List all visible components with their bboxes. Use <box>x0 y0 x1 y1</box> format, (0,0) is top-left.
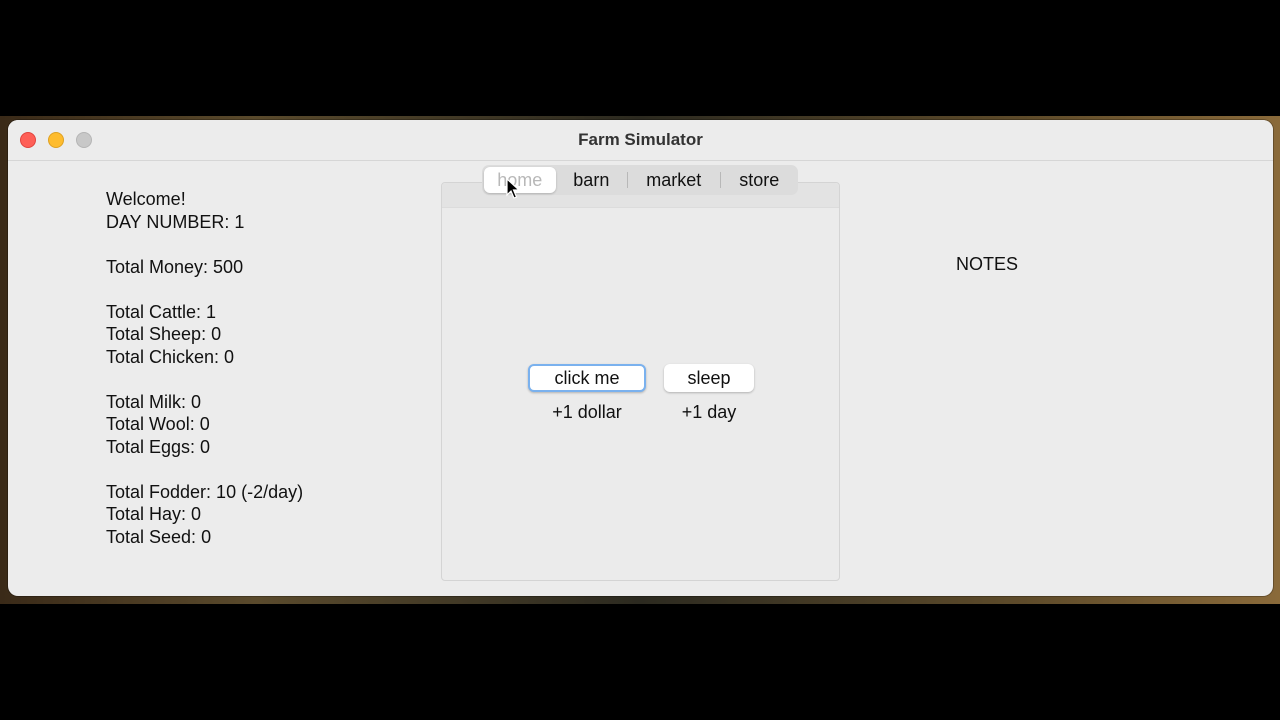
tab-store[interactable]: store <box>721 167 799 193</box>
total-milk: Total Milk: 0 <box>106 391 202 412</box>
sleep-caption: +1 day <box>681 402 737 422</box>
window-title: Farm Simulator <box>578 130 703 149</box>
click-me-button[interactable]: click me <box>528 364 646 392</box>
notes-label: NOTES <box>956 254 1019 274</box>
total-hay: Total Hay: 0 <box>106 504 202 524</box>
total-wool: Total Wool: 0 <box>106 414 210 434</box>
tab-barn[interactable]: barn <box>556 167 628 193</box>
mouse-pointer-icon <box>506 178 521 199</box>
total-cattle: Total Cattle: 1 <box>106 301 217 322</box>
stats-panel: Welcome! DAY NUMBER: 1 Total Money: 500 … <box>106 188 303 548</box>
tab-market[interactable]: market <box>628 167 719 193</box>
app-window: Farm Simulator Welcome! DAY NUMBER: 1 To… <box>8 120 1273 596</box>
click-me-caption: +1 dollar <box>552 402 622 422</box>
total-chicken: Total Chicken: 0 <box>106 346 235 367</box>
day-number: DAY NUMBER: 1 <box>106 211 245 232</box>
total-money: Total Money: 500 <box>106 256 244 277</box>
tab-bar: home barn market store <box>482 165 798 195</box>
total-eggs: Total Eggs: 0 <box>106 436 211 457</box>
welcome-text: Welcome! <box>106 189 186 209</box>
total-fodder: Total Fodder: 10 (-2/day) <box>106 481 304 502</box>
total-sheep: Total Sheep: 0 <box>106 324 222 344</box>
sleep-button[interactable]: sleep <box>664 364 754 392</box>
title-bar[interactable]: Farm Simulator <box>8 120 1273 161</box>
total-seed: Total Seed: 0 <box>106 526 212 547</box>
